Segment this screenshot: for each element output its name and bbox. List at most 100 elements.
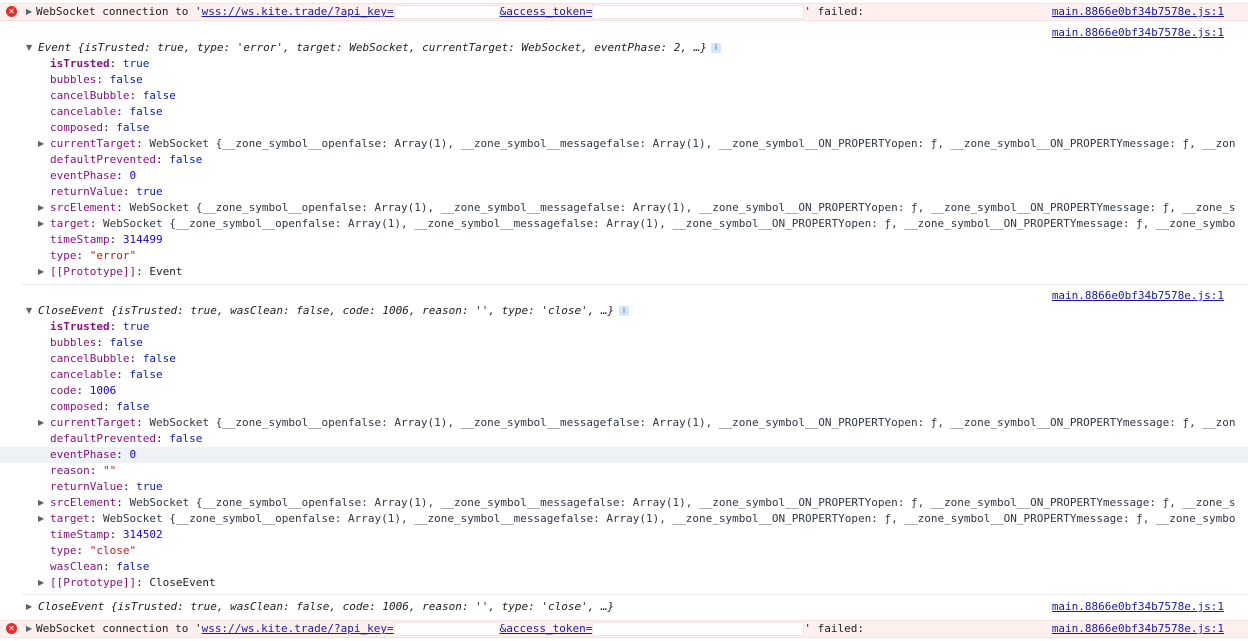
property-row: defaultPrevented: false <box>50 153 203 166</box>
property-key: eventPhase <box>50 169 117 182</box>
property-value: false <box>109 73 143 86</box>
property-key: isTrusted <box>50 57 110 70</box>
property-value: false <box>129 105 163 118</box>
property-value: 1006 <box>89 384 117 397</box>
property-row: cancelBubble: false <box>50 352 176 365</box>
property-row[interactable]: ▶ [[Prototype]]: CloseEvent <box>0 575 1248 591</box>
property-value: "error" <box>89 249 137 262</box>
property-value: "close" <box>89 544 137 557</box>
property-row[interactable]: ▶ srcElement: WebSocket {__zone_symbol__o… <box>0 200 1248 216</box>
property-value: WebSocket {__zone_symbol__openfalse: Arr… <box>129 201 1236 214</box>
property-row[interactable]: ▶ currentTarget: WebSocket {__zone_symbol… <box>0 415 1248 431</box>
property-key: [[Prototype]] <box>50 265 137 278</box>
event-type-name: Event <box>38 41 72 54</box>
property-value: false <box>142 89 176 102</box>
expand-arrow-icon[interactable]: ▶ <box>38 200 46 216</box>
error-message-row[interactable]: ✕ ▶ WebSocket connection to 'wss://ws.ki… <box>0 3 1248 21</box>
property-value: WebSocket {__zone_symbol__openfalse: Arr… <box>103 512 1236 525</box>
property-row: type: "close" <box>50 544 137 557</box>
divider <box>22 284 1248 285</box>
property-key: cancelable <box>50 368 117 381</box>
property-row[interactable]: ▶ srcElement: WebSocket {__zone_symbol__o… <box>0 495 1248 511</box>
source-link[interactable]: main.8866e0bf34b7578e.js:1 <box>1052 25 1224 41</box>
info-icon[interactable]: i <box>711 43 721 53</box>
property-row: cancelBubble: false <box>50 89 176 102</box>
expand-arrow-icon[interactable]: ▶ <box>38 575 46 591</box>
source-link[interactable]: main.8866e0bf34b7578e.js:1 <box>1052 621 1224 637</box>
redacted-api-key <box>393 5 500 19</box>
close-event-collapsed-row[interactable]: ▶ CloseEvent {isTrusted: true, wasClean:… <box>0 599 1248 615</box>
expand-arrow-icon[interactable]: ▶ <box>38 136 46 152</box>
property-row: isTrusted: true <box>50 57 150 70</box>
error-prefix: WebSocket connection to ' <box>36 5 202 18</box>
property-row: eventPhase: 0 <box>50 169 137 182</box>
property-value: Event <box>149 265 183 278</box>
error-prefix: WebSocket connection to ' <box>36 622 202 635</box>
property-key: composed <box>50 400 103 413</box>
property-key: srcElement <box>50 496 117 509</box>
property-key: composed <box>50 121 103 134</box>
property-key: target <box>50 512 90 525</box>
error-message-row[interactable]: ✕ ▶ WebSocket connection to 'wss://ws.ki… <box>0 620 1248 638</box>
property-key: timeStamp <box>50 233 110 246</box>
error-suffix: ' failed: <box>804 5 864 18</box>
source-link[interactable]: main.8866e0bf34b7578e.js:1 <box>1052 599 1224 615</box>
websocket-url-link[interactable]: wss://ws.kite.trade/?api_key= <box>202 622 394 635</box>
expand-arrow-icon[interactable]: ▶ <box>26 4 34 20</box>
event-summary: {isTrusted: true, wasClean: false, code:… <box>110 600 615 613</box>
property-key: currentTarget <box>50 137 137 150</box>
source-link[interactable]: main.8866e0bf34b7578e.js:1 <box>1052 4 1224 20</box>
collapse-arrow-icon[interactable]: ▼ <box>26 40 32 56</box>
property-value: WebSocket {__zone_symbol__openfalse: Arr… <box>129 496 1236 509</box>
console-source-row: main.8866e0bf34b7578e.js:1 <box>0 288 1248 304</box>
expand-arrow-icon[interactable]: ▶ <box>38 511 46 527</box>
property-key: defaultPrevented <box>50 153 156 166</box>
property-value: false <box>169 153 203 166</box>
property-row: timeStamp: 314502 <box>50 528 163 541</box>
property-key: type <box>50 544 77 557</box>
property-key: cancelable <box>50 105 117 118</box>
property-row[interactable]: ▶ [[Prototype]]: Event <box>0 264 1248 280</box>
property-key: returnValue <box>50 480 123 493</box>
property-row[interactable]: ▶ currentTarget: WebSocket {__zone_symbol… <box>0 136 1248 152</box>
expand-arrow-icon[interactable]: ▶ <box>38 216 46 232</box>
expand-arrow-icon[interactable]: ▶ <box>26 599 34 615</box>
redacted-api-key <box>393 622 500 636</box>
property-key: bubbles <box>50 73 97 86</box>
property-row: isTrusted: true <box>50 320 150 333</box>
property-key: reason <box>50 464 90 477</box>
property-value: false <box>116 400 150 413</box>
websocket-url-link[interactable]: wss://ws.kite.trade/?api_key= <box>202 5 394 18</box>
property-value: 314502 <box>122 528 163 541</box>
event-type-name: CloseEvent <box>38 600 105 613</box>
property-key: currentTarget <box>50 416 137 429</box>
property-row[interactable]: ▶ target: WebSocket {__zone_symbol__openf… <box>0 511 1248 527</box>
close-event-summary-row[interactable]: ▼ CloseEvent {isTrusted: true, wasClean:… <box>0 303 1248 319</box>
property-value: 0 <box>129 169 137 182</box>
expand-arrow-icon[interactable]: ▶ <box>38 415 46 431</box>
property-value: true <box>122 320 150 333</box>
access-token-link[interactable]: &access_token= <box>500 622 593 635</box>
property-key: cancelBubble <box>50 89 130 102</box>
property-row: bubbles: false <box>50 336 143 349</box>
property-key: isTrusted <box>50 320 110 333</box>
info-icon[interactable]: i <box>619 306 629 316</box>
event-summary: {isTrusted: true, wasClean: false, code:… <box>110 304 615 317</box>
property-row: defaultPrevented: false <box>50 432 203 445</box>
expand-arrow-icon[interactable]: ▶ <box>38 495 46 511</box>
property-value: false <box>116 560 150 573</box>
property-key: defaultPrevented <box>50 432 156 445</box>
access-token-link[interactable]: &access_token= <box>500 5 593 18</box>
property-row: code: 1006 <box>50 384 117 397</box>
property-value: 0 <box>129 448 137 461</box>
source-link[interactable]: main.8866e0bf34b7578e.js:1 <box>1052 288 1224 304</box>
property-value: true <box>136 185 163 198</box>
expand-arrow-icon[interactable]: ▶ <box>38 264 46 280</box>
property-row: returnValue: true <box>50 185 163 198</box>
collapse-arrow-icon[interactable]: ▼ <box>26 303 32 319</box>
property-row: cancelable: false <box>50 368 163 381</box>
expand-arrow-icon[interactable]: ▶ <box>26 621 34 637</box>
property-key: bubbles <box>50 336 97 349</box>
property-row[interactable]: ▶ target: WebSocket {__zone_symbol__openf… <box>0 216 1248 232</box>
event-summary-row[interactable]: ▼ Event {isTrusted: true, type: 'error',… <box>0 40 1248 56</box>
